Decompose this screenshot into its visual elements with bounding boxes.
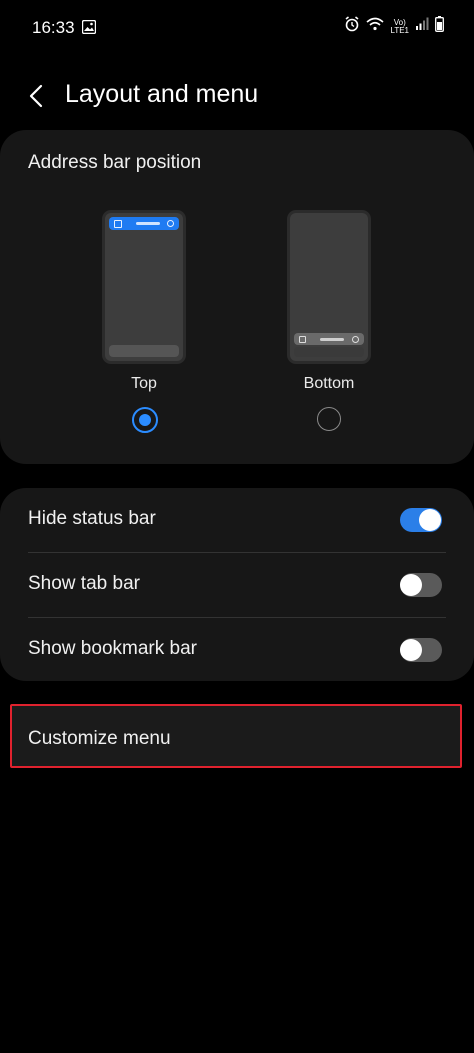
volte-indicator: Vo) LTE1 [390, 18, 409, 35]
status-bar: 16:33 Vo) LTE1 [0, 0, 474, 56]
phone-screen [290, 213, 368, 361]
alarm-icon [344, 16, 360, 37]
volte-line2: LTE1 [390, 25, 409, 35]
url-pill [320, 338, 344, 341]
option-label-bottom: Bottom [303, 375, 355, 392]
show-bookmark-bar-toggle[interactable] [400, 638, 442, 662]
phone-screen [105, 213, 183, 361]
row-hide-status-bar[interactable]: Hide status bar [0, 488, 474, 552]
home-icon [114, 220, 122, 228]
address-bar-position-card: Address bar position Top Bottom [0, 130, 474, 464]
hide-status-bar-label: Hide status bar [28, 508, 156, 529]
show-tab-bar-toggle[interactable] [400, 573, 442, 597]
radio-top[interactable] [132, 407, 158, 433]
address-bar-top-preview[interactable] [102, 210, 186, 364]
toggle-knob [400, 574, 422, 596]
toggle-knob [400, 639, 422, 661]
customize-menu-item[interactable]: Customize menu [10, 704, 462, 768]
app-header: Layout and menu [0, 60, 474, 132]
chevron-left-icon [29, 84, 43, 108]
row-show-tab-bar[interactable]: Show tab bar [0, 553, 474, 617]
back-button[interactable] [18, 78, 54, 114]
bottom-toolbar-illustration [294, 347, 364, 357]
toggle-knob [419, 509, 441, 531]
address-bar-position-label: Address bar position [28, 152, 202, 173]
refresh-icon [352, 336, 359, 343]
gallery-icon [81, 19, 97, 39]
radio-selected-dot [139, 414, 151, 426]
wifi-icon [366, 17, 384, 36]
show-bookmark-bar-label: Show bookmark bar [28, 638, 197, 659]
row-show-bookmark-bar[interactable]: Show bookmark bar [0, 618, 474, 682]
bottom-toolbar-illustration [109, 345, 179, 357]
status-time: 16:33 [32, 18, 75, 37]
address-bar-bottom-preview[interactable] [287, 210, 371, 364]
url-pill [136, 222, 160, 225]
option-label-top: Top [131, 375, 157, 392]
toggles-card: Hide status bar Show tab bar Show bookma… [0, 488, 474, 681]
home-icon [299, 336, 306, 343]
hide-status-bar-toggle[interactable] [400, 508, 442, 532]
page-title: Layout and menu [65, 80, 259, 108]
refresh-icon [167, 220, 174, 227]
show-tab-bar-label: Show tab bar [28, 573, 140, 594]
bottom-address-bar-illustration [294, 333, 364, 345]
top-address-bar-illustration [109, 217, 179, 230]
signal-icon [415, 17, 429, 36]
customize-menu-label: Customize menu [28, 728, 171, 749]
radio-bottom[interactable] [317, 407, 341, 431]
battery-icon [435, 16, 444, 37]
